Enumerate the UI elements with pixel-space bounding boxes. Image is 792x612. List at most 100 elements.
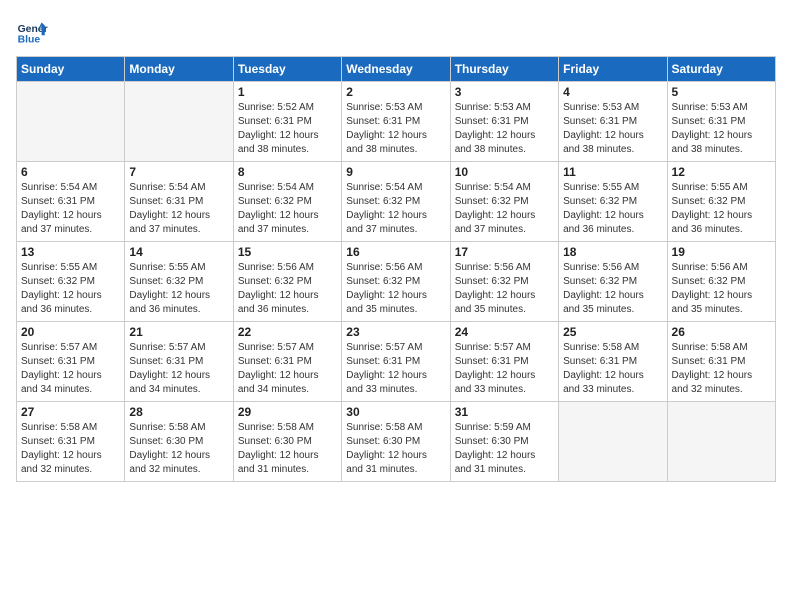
calendar-cell: 2Sunrise: 5:53 AM Sunset: 6:31 PM Daylig… bbox=[342, 82, 450, 162]
day-info: Sunrise: 5:52 AM Sunset: 6:31 PM Dayligh… bbox=[238, 101, 337, 157]
calendar-cell: 24 Sunrise: 5:57 AM Sunset: 6:31 PM Dayli… bbox=[450, 322, 558, 402]
day-number: 24 bbox=[455, 325, 554, 339]
day-info: Sunrise: 5:53 AM Sunset: 6:31 PM Dayligh… bbox=[563, 101, 662, 157]
day-number: 10 bbox=[455, 165, 554, 179]
day-info: Sunrise: 5:57 AM Sunset: 6:31 PM Dayligh… bbox=[346, 341, 445, 397]
weekday-header: Sunday bbox=[17, 57, 125, 82]
day-number: 25 bbox=[563, 325, 662, 339]
calendar-cell: 11 Sunrise: 5:55 AM Sunset: 6:32 PM Dayli… bbox=[559, 162, 667, 242]
day-number: 13 bbox=[21, 245, 120, 259]
day-info: Sunrise: 5:54 AM Sunset: 6:32 PM Dayligh… bbox=[238, 181, 337, 237]
calendar-cell bbox=[17, 82, 125, 162]
calendar-cell bbox=[559, 402, 667, 482]
calendar-cell: 27Sunrise: 5:58 AM Sunset: 6:31 PM Dayli… bbox=[17, 402, 125, 482]
day-number: 12 bbox=[672, 165, 771, 179]
day-info: Sunrise: 5:56 AM Sunset: 6:32 PM Dayligh… bbox=[672, 261, 771, 317]
calendar-header-row: SundayMondayTuesdayWednesdayThursdayFrid… bbox=[17, 57, 776, 82]
day-number: 21 bbox=[129, 325, 228, 339]
calendar-cell: 30 Sunrise: 5:58 AM Sunset: 6:30 PM Dayli… bbox=[342, 402, 450, 482]
calendar-cell: 31 Sunrise: 5:59 AM Sunset: 6:30 PM Dayli… bbox=[450, 402, 558, 482]
calendar-cell: 29 Sunrise: 5:58 AM Sunset: 6:30 PM Dayli… bbox=[233, 402, 341, 482]
calendar-cell: 5 Sunrise: 5:53 AM Sunset: 6:31 PM Daylig… bbox=[667, 82, 775, 162]
calendar-cell: 13 Sunrise: 5:55 AM Sunset: 6:32 PM Dayli… bbox=[17, 242, 125, 322]
day-info: Sunrise: 5:58 AM Sunset: 6:30 PM Dayligh… bbox=[238, 421, 337, 477]
day-info: Sunrise: 5:53 AM Sunset: 6:31 PM Dayligh… bbox=[672, 101, 771, 157]
day-info: Sunrise: 5:53 AM Sunset: 6:31 PM Dayligh… bbox=[346, 101, 445, 157]
day-info: Sunrise: 5:57 AM Sunset: 6:31 PM Dayligh… bbox=[238, 341, 337, 397]
calendar-cell: 20 Sunrise: 5:57 AM Sunset: 6:31 PM Dayli… bbox=[17, 322, 125, 402]
day-info: Sunrise: 5:54 AM Sunset: 6:32 PM Dayligh… bbox=[346, 181, 445, 237]
calendar-table: SundayMondayTuesdayWednesdayThursdayFrid… bbox=[16, 56, 776, 482]
calendar-cell: 6 Sunrise: 5:54 AM Sunset: 6:31 PM Daylig… bbox=[17, 162, 125, 242]
day-number: 5 bbox=[672, 85, 771, 99]
calendar-cell: 10Sunrise: 5:54 AM Sunset: 6:32 PM Dayli… bbox=[450, 162, 558, 242]
calendar-week-row: 6 Sunrise: 5:54 AM Sunset: 6:31 PM Daylig… bbox=[17, 162, 776, 242]
day-info: Sunrise: 5:54 AM Sunset: 6:31 PM Dayligh… bbox=[21, 181, 120, 237]
day-number: 11 bbox=[563, 165, 662, 179]
calendar-week-row: 1 Sunrise: 5:52 AM Sunset: 6:31 PM Daylig… bbox=[17, 82, 776, 162]
day-info: Sunrise: 5:57 AM Sunset: 6:31 PM Dayligh… bbox=[129, 341, 228, 397]
calendar-cell bbox=[125, 82, 233, 162]
day-number: 22 bbox=[238, 325, 337, 339]
day-info: Sunrise: 5:58 AM Sunset: 6:30 PM Dayligh… bbox=[346, 421, 445, 477]
calendar-cell: 23 Sunrise: 5:57 AM Sunset: 6:31 PM Dayli… bbox=[342, 322, 450, 402]
day-number: 16 bbox=[346, 245, 445, 259]
day-number: 20 bbox=[21, 325, 120, 339]
day-number: 30 bbox=[346, 405, 445, 419]
day-number: 7 bbox=[129, 165, 228, 179]
day-number: 9 bbox=[346, 165, 445, 179]
weekday-header: Saturday bbox=[667, 57, 775, 82]
calendar-cell: 25 Sunrise: 5:58 AM Sunset: 6:31 PM Dayli… bbox=[559, 322, 667, 402]
calendar-week-row: 20 Sunrise: 5:57 AM Sunset: 6:31 PM Dayli… bbox=[17, 322, 776, 402]
calendar-cell: 4 Sunrise: 5:53 AM Sunset: 6:31 PM Daylig… bbox=[559, 82, 667, 162]
calendar-week-row: 13 Sunrise: 5:55 AM Sunset: 6:32 PM Dayli… bbox=[17, 242, 776, 322]
day-number: 28 bbox=[129, 405, 228, 419]
day-info: Sunrise: 5:55 AM Sunset: 6:32 PM Dayligh… bbox=[563, 181, 662, 237]
day-info: Sunrise: 5:57 AM Sunset: 6:31 PM Dayligh… bbox=[21, 341, 120, 397]
calendar-cell: 21 Sunrise: 5:57 AM Sunset: 6:31 PM Dayli… bbox=[125, 322, 233, 402]
weekday-header: Monday bbox=[125, 57, 233, 82]
day-number: 29 bbox=[238, 405, 337, 419]
day-number: 15 bbox=[238, 245, 337, 259]
day-number: 26 bbox=[672, 325, 771, 339]
calendar-cell: 7 Sunrise: 5:54 AM Sunset: 6:31 PM Daylig… bbox=[125, 162, 233, 242]
logo-icon: General Blue bbox=[16, 16, 48, 48]
calendar-cell: 8 Sunrise: 5:54 AM Sunset: 6:32 PM Daylig… bbox=[233, 162, 341, 242]
day-number: 17 bbox=[455, 245, 554, 259]
day-info: Sunrise: 5:58 AM Sunset: 6:30 PM Dayligh… bbox=[129, 421, 228, 477]
day-info: Sunrise: 5:58 AM Sunset: 6:31 PM Dayligh… bbox=[21, 421, 120, 477]
weekday-header: Friday bbox=[559, 57, 667, 82]
day-number: 1 bbox=[238, 85, 337, 99]
calendar-cell: 22 Sunrise: 5:57 AM Sunset: 6:31 PM Dayli… bbox=[233, 322, 341, 402]
weekday-header: Wednesday bbox=[342, 57, 450, 82]
day-info: Sunrise: 5:56 AM Sunset: 6:32 PM Dayligh… bbox=[563, 261, 662, 317]
calendar-cell: 26 Sunrise: 5:58 AM Sunset: 6:31 PM Dayli… bbox=[667, 322, 775, 402]
day-number: 31 bbox=[455, 405, 554, 419]
day-info: Sunrise: 5:58 AM Sunset: 6:31 PM Dayligh… bbox=[563, 341, 662, 397]
day-number: 4 bbox=[563, 85, 662, 99]
calendar-cell: 15 Sunrise: 5:56 AM Sunset: 6:32 PM Dayli… bbox=[233, 242, 341, 322]
day-number: 8 bbox=[238, 165, 337, 179]
day-number: 23 bbox=[346, 325, 445, 339]
day-info: Sunrise: 5:56 AM Sunset: 6:32 PM Dayligh… bbox=[455, 261, 554, 317]
day-info: Sunrise: 5:54 AM Sunset: 6:31 PM Dayligh… bbox=[129, 181, 228, 237]
day-info: Sunrise: 5:56 AM Sunset: 6:32 PM Dayligh… bbox=[238, 261, 337, 317]
calendar-cell: 28 Sunrise: 5:58 AM Sunset: 6:30 PM Dayli… bbox=[125, 402, 233, 482]
day-info: Sunrise: 5:57 AM Sunset: 6:31 PM Dayligh… bbox=[455, 341, 554, 397]
logo: General Blue bbox=[16, 16, 48, 48]
calendar-cell: 1 Sunrise: 5:52 AM Sunset: 6:31 PM Daylig… bbox=[233, 82, 341, 162]
calendar-cell: 19Sunrise: 5:56 AM Sunset: 6:32 PM Dayli… bbox=[667, 242, 775, 322]
svg-text:Blue: Blue bbox=[18, 34, 41, 45]
day-number: 14 bbox=[129, 245, 228, 259]
day-info: Sunrise: 5:55 AM Sunset: 6:32 PM Dayligh… bbox=[21, 261, 120, 317]
day-info: Sunrise: 5:55 AM Sunset: 6:32 PM Dayligh… bbox=[672, 181, 771, 237]
day-number: 3 bbox=[455, 85, 554, 99]
day-info: Sunrise: 5:55 AM Sunset: 6:32 PM Dayligh… bbox=[129, 261, 228, 317]
day-number: 6 bbox=[21, 165, 120, 179]
day-info: Sunrise: 5:58 AM Sunset: 6:31 PM Dayligh… bbox=[672, 341, 771, 397]
day-info: Sunrise: 5:59 AM Sunset: 6:30 PM Dayligh… bbox=[455, 421, 554, 477]
calendar-cell: 14 Sunrise: 5:55 AM Sunset: 6:32 PM Dayli… bbox=[125, 242, 233, 322]
calendar-cell bbox=[667, 402, 775, 482]
calendar-week-row: 27Sunrise: 5:58 AM Sunset: 6:31 PM Dayli… bbox=[17, 402, 776, 482]
calendar-cell: 16Sunrise: 5:56 AM Sunset: 6:32 PM Dayli… bbox=[342, 242, 450, 322]
